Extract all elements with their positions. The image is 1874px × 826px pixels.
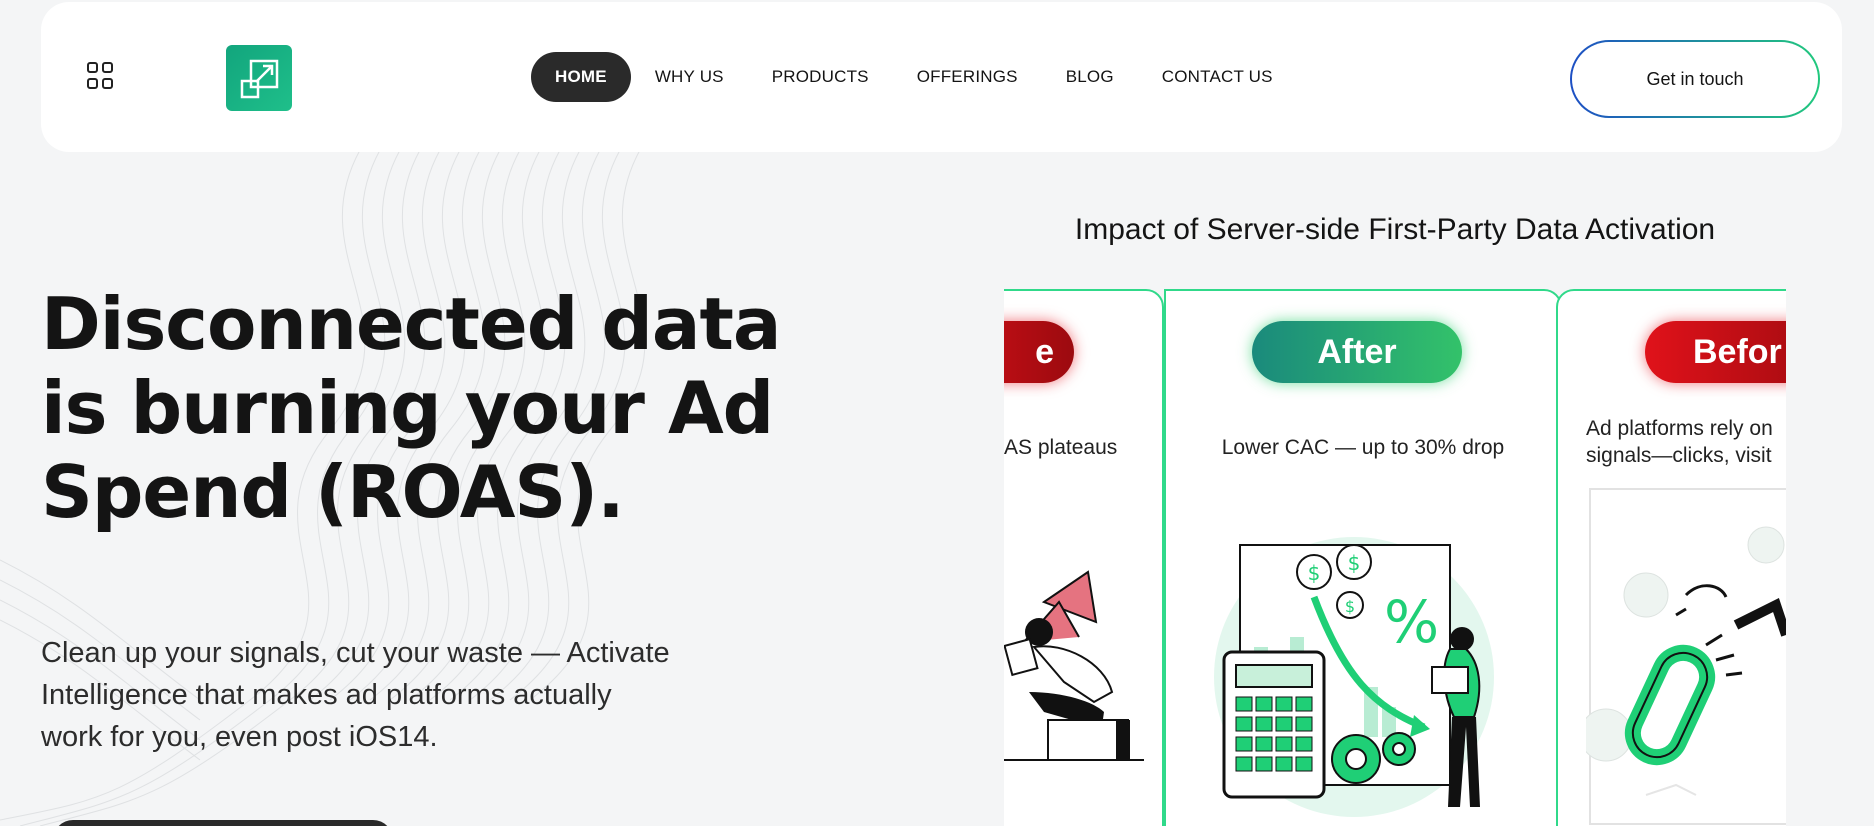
after-badge: After [1252,321,1462,383]
nav-item-offerings[interactable]: OFFERINGS [893,52,1042,102]
frustrated-person-illustration [1004,570,1144,761]
impact-title: Impact of Server-side First-Party Data A… [1074,213,1716,246]
card-divider [1164,337,1166,826]
site-header: HOME WHY US PRODUCTS OFFERINGS BLOG CONT… [41,2,1842,152]
nav-item-blog[interactable]: BLOG [1042,52,1138,102]
card-text: Ad platforms rely on [1586,417,1773,440]
get-in-touch-label: Get in touch [1572,42,1818,116]
before-badge: e [1004,321,1074,383]
hero-title-line: Spend (ROAS). [41,450,625,534]
svg-text:$: $ [1308,561,1321,585]
cost-reduction-illustration: $ $ $ % [1214,537,1494,817]
hero-subtitle-line: work for you, even post iOS14. [41,721,438,753]
hero-subtitle: Clean up your signals, cut your waste — … [41,632,741,758]
svg-text:%: % [1384,588,1439,656]
card-text: Lower CAC — up to 30% drop [1221,436,1505,459]
card-text: signals—clicks, visit [1586,444,1772,467]
grid-menu-icon[interactable] [87,62,115,90]
card-text: AS plateaus [1004,436,1118,459]
nav-item-contact-us[interactable]: CONTACT US [1138,52,1297,102]
main-nav: HOME WHY US PRODUCTS OFFERINGS BLOG CONT… [531,52,1297,102]
get-in-touch-button[interactable]: Get in touch [1570,40,1820,118]
nav-item-why-us[interactable]: WHY US [631,52,748,102]
hero-subtitle-line: Intelligence that makes ad platforms act… [41,679,612,711]
nav-item-products[interactable]: PRODUCTS [748,52,893,102]
hero-title-line: Disconnected data [41,282,781,366]
hero-title-line: is burning your Ad [41,366,774,450]
brand-logo[interactable] [226,45,292,111]
broken-chain-illustration [1586,488,1786,825]
svg-text:$: $ [1345,597,1355,616]
hero-title: Disconnected data is burning your Ad Spe… [41,282,801,534]
nav-item-home[interactable]: HOME [531,52,631,102]
external-link-icon [240,59,279,99]
before-badge: Befor [1645,321,1786,383]
svg-text:$: $ [1348,551,1361,575]
hero-cta-button[interactable] [53,820,393,826]
impact-carousel[interactable]: e AS plateaus After Lower CAC — up to 30… [1004,287,1786,826]
hero-subtitle-line: Clean up your signals, cut your waste — … [41,637,670,669]
